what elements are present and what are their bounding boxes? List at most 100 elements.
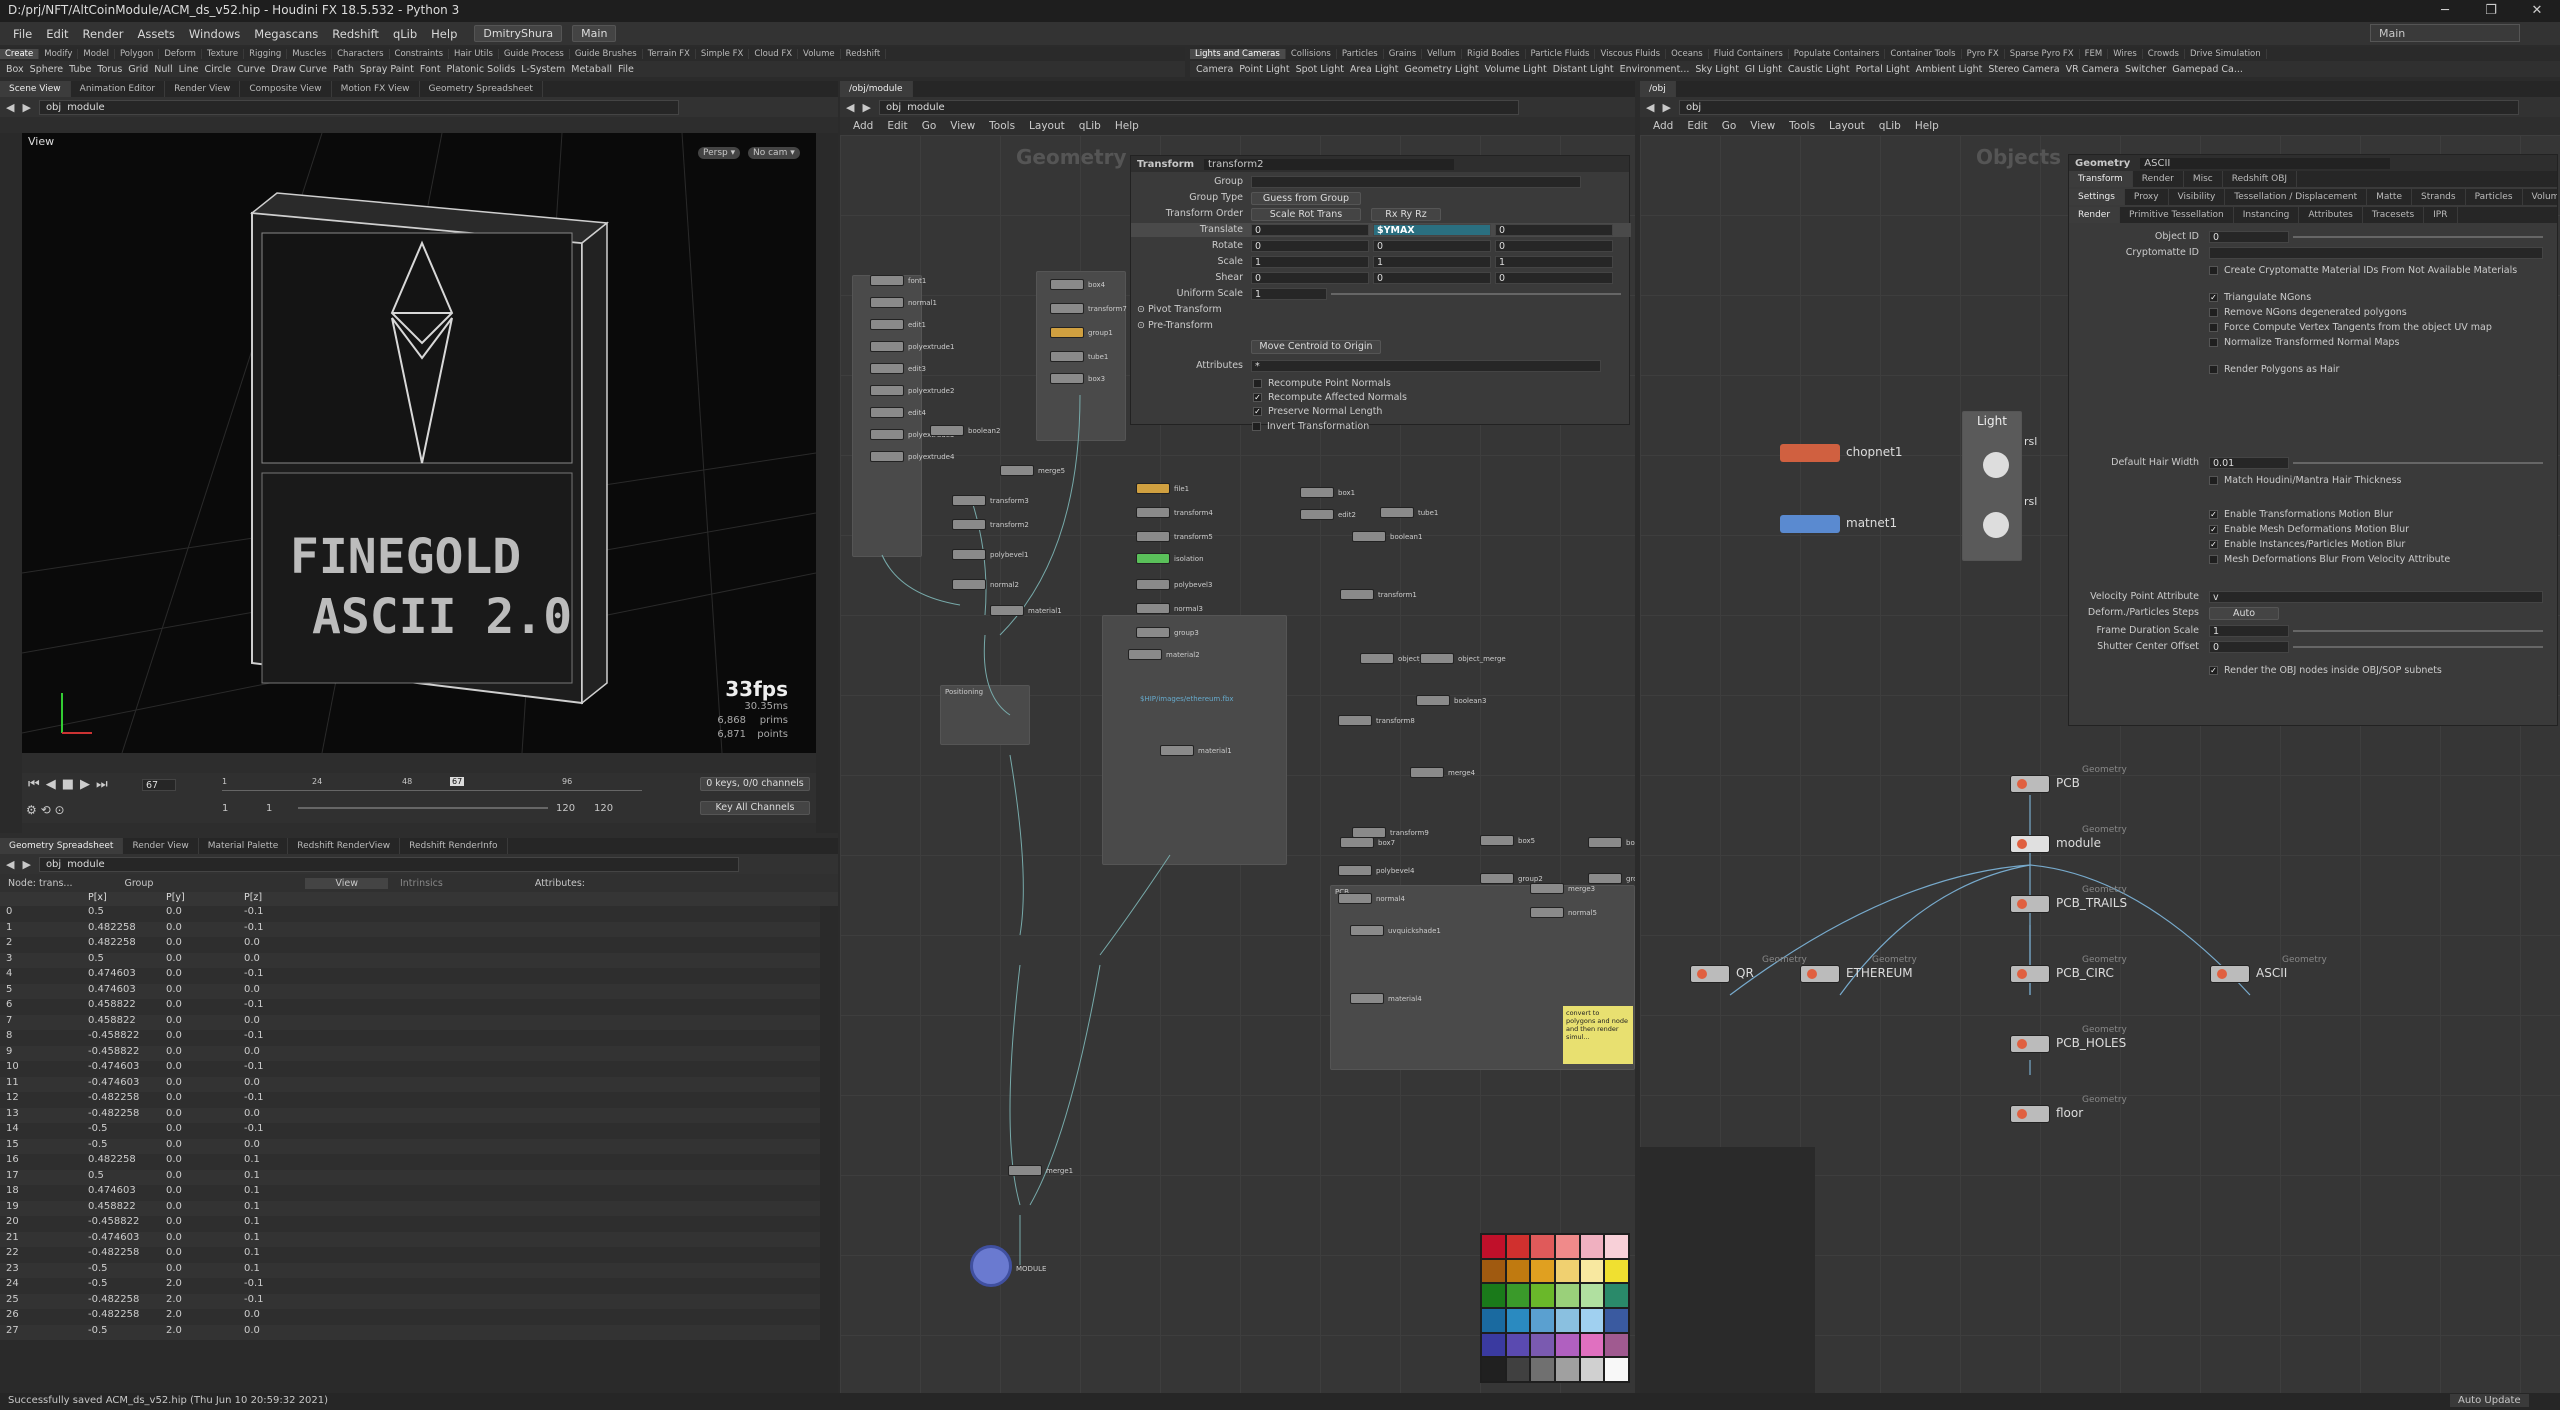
move-centroid-button[interactable]: Move Centroid to Origin (1251, 340, 1381, 354)
shelf-tab-wires[interactable]: Wires (2108, 49, 2143, 59)
check-triangulate-ngons[interactable]: ✓ Triangulate NGons (2209, 292, 2517, 307)
shelf-tool-curve[interactable]: Curve (237, 64, 271, 75)
render-obj-check[interactable]: ✓ Render the OBJ nodes inside OBJ/SOP sub… (2209, 665, 2442, 678)
shelf-tab-constraints[interactable]: Constraints (390, 49, 450, 59)
menu-help[interactable]: Help (424, 27, 464, 41)
check-force-compute-vertex-tangents-from-the-object-uv-map[interactable]: Force Compute Vertex Tangents from the o… (2209, 322, 2517, 337)
checkbox[interactable] (2209, 308, 2218, 317)
checkbox[interactable]: ✓ (2209, 510, 2218, 519)
check-create-cryptomatte-material-ids-from-not-available-materials[interactable]: Create Cryptomatte Material IDs From Not… (2209, 265, 2517, 280)
table-row[interactable]: 20 -0.458822 0.0 0.1 (0, 1216, 820, 1232)
shelf-tab-oceans[interactable]: Oceans (1666, 49, 1709, 59)
table-row[interactable]: 24 -0.5 2.0 -0.1 (0, 1278, 820, 1294)
shelf-tab-muscles[interactable]: Muscles (287, 49, 333, 59)
checkbox[interactable] (2209, 266, 2218, 275)
shelf-tab-terrain-fx[interactable]: Terrain FX (643, 49, 696, 59)
range-start-2[interactable]: 1 (266, 803, 272, 814)
obj-menu-layout[interactable]: Layout (1822, 120, 1872, 132)
invert-transformation-check[interactable]: Invert Transformation (1252, 421, 1369, 434)
tab-render-view[interactable]: Render View (165, 81, 241, 97)
table-row[interactable]: 19 0.458822 0.0 0.1 (0, 1200, 820, 1216)
shelf-tool-switcher[interactable]: Switcher (2125, 64, 2172, 75)
check-mesh-deformations-blur-from-velocity-attribute[interactable]: Mesh Deformations Blur From Velocity Att… (2209, 554, 2450, 569)
sop-node[interactable] (1136, 603, 1170, 614)
sop-node[interactable] (1530, 907, 1564, 918)
geo-tab-redshift-obj[interactable]: Redshift OBJ (2223, 171, 2298, 187)
col-px[interactable]: P[x] (88, 892, 166, 906)
menu-assets[interactable]: Assets (130, 27, 181, 41)
shelf-tool-line[interactable]: Line (179, 64, 205, 75)
color-swatch[interactable] (1506, 1358, 1530, 1381)
sop-node[interactable] (1050, 327, 1084, 338)
sop-node[interactable] (1300, 487, 1334, 498)
menu-qlib[interactable]: qLib (386, 27, 424, 41)
sop-node[interactable] (1340, 589, 1374, 600)
sop-menu-go[interactable]: Go (915, 120, 944, 132)
shelf-tool-font[interactable]: Font (420, 64, 447, 75)
shelf-tool-gamepad-ca[interactable]: Gamepad Ca... (2172, 64, 2249, 75)
tab-composite-view[interactable]: Composite View (240, 81, 332, 97)
view-dropdown[interactable]: View (305, 877, 388, 889)
shelf-tab-simple-fx[interactable]: Simple FX (696, 49, 750, 59)
sop-node[interactable] (1480, 835, 1514, 846)
color-swatch[interactable] (1531, 1235, 1554, 1258)
forward-icon[interactable]: ▶ (862, 101, 870, 114)
sop-node[interactable] (870, 319, 904, 330)
checkbox[interactable] (2209, 338, 2218, 347)
shelf-tab-fem[interactable]: FEM (2080, 49, 2109, 59)
shelf-tab-guide-brushes[interactable]: Guide Brushes (570, 49, 643, 59)
object-id-field[interactable]: 0 (2209, 231, 2289, 243)
sop-node[interactable] (1338, 893, 1372, 904)
sop-node[interactable] (1136, 627, 1170, 638)
sop-menu-view[interactable]: View (943, 120, 982, 132)
scale-y[interactable]: 1 (1373, 256, 1491, 268)
tab-redshift-renderview[interactable]: Redshift RenderView (288, 838, 401, 854)
sop-node[interactable] (1050, 279, 1084, 290)
obj-network-path[interactable]: obj (1678, 99, 2519, 115)
tab-scene-view[interactable]: Scene View (0, 81, 71, 97)
shelf-tab-hair-utils[interactable]: Hair Utils (449, 49, 499, 59)
rotate-x[interactable]: 0 (1251, 240, 1369, 252)
sop-node[interactable] (870, 451, 904, 462)
geo-subtab2-render[interactable]: Render (2069, 207, 2121, 223)
sop-node[interactable] (870, 407, 904, 418)
sop-node[interactable] (1050, 303, 1084, 314)
sop-node[interactable] (870, 385, 904, 396)
shelf-tab-fluid-containers[interactable]: Fluid Containers (1709, 49, 1789, 59)
tab-redshift-renderinfo[interactable]: Redshift RenderInfo (400, 838, 508, 854)
shelf-tab-cloud-fx[interactable]: Cloud FX (749, 49, 799, 59)
sop-node[interactable] (1128, 649, 1162, 660)
check-enable-instances-particles-motion-blur[interactable]: ✓ Enable Instances/Particles Motion Blur (2209, 539, 2450, 554)
table-row[interactable]: 23 -0.5 0.0 0.1 (0, 1262, 820, 1278)
menu-megascans[interactable]: Megascans (247, 27, 325, 41)
sop-node[interactable] (870, 275, 904, 286)
hair-width-field[interactable]: 0.01 (2209, 457, 2289, 469)
table-row[interactable]: 2 0.482258 0.0 0.0 (0, 937, 820, 953)
tab-obj[interactable]: /obj (1640, 81, 1676, 97)
shelf-tab-particle-fluids[interactable]: Particle Fluids (1526, 49, 1596, 59)
check-enable-mesh-deformations-motion-blur[interactable]: ✓ Enable Mesh Deformations Motion Blur (2209, 524, 2450, 539)
rotate-y[interactable]: 0 (1373, 240, 1491, 252)
xform-order-menu[interactable]: Scale Rot Trans (1251, 208, 1361, 221)
spreadsheet-path[interactable]: obj module (38, 856, 739, 872)
table-row[interactable]: 11 -0.474603 0.0 0.0 (0, 1076, 820, 1092)
shelf-tool-gi-light[interactable]: GI Light (1745, 64, 1788, 75)
table-row[interactable]: 12 -0.482258 0.0 -0.1 (0, 1092, 820, 1108)
pre-transform-toggle[interactable]: ⊙ Pre-Transform (1137, 320, 1213, 333)
shelf-tab-lights-and-cameras[interactable]: Lights and Cameras (1190, 49, 1286, 59)
shelf-tab-polygon[interactable]: Polygon (115, 49, 160, 59)
hair-width-slider[interactable] (2293, 462, 2543, 464)
geo-subtab-tessellation-displacement[interactable]: Tessellation / Displacement (2225, 189, 2368, 205)
frame-duration-slider[interactable] (2293, 630, 2543, 632)
table-row[interactable]: 16 0.482258 0.0 0.1 (0, 1154, 820, 1170)
shelf-tab-characters[interactable]: Characters (332, 49, 390, 59)
table-row[interactable]: 5 0.474603 0.0 0.0 (0, 983, 820, 999)
obj-menu-go[interactable]: Go (1715, 120, 1744, 132)
tab-obj-module[interactable]: /obj/module (840, 81, 913, 97)
obj-node-pcb-circ[interactable] (2010, 965, 2050, 983)
sop-node[interactable] (1000, 465, 1034, 476)
shelf-tool-platonic-solids[interactable]: Platonic Solids (447, 64, 522, 75)
sop-node[interactable] (870, 341, 904, 352)
shelf-tool-tube[interactable]: Tube (69, 64, 97, 75)
shelf-tool-sky-light[interactable]: Sky Light (1695, 64, 1745, 75)
